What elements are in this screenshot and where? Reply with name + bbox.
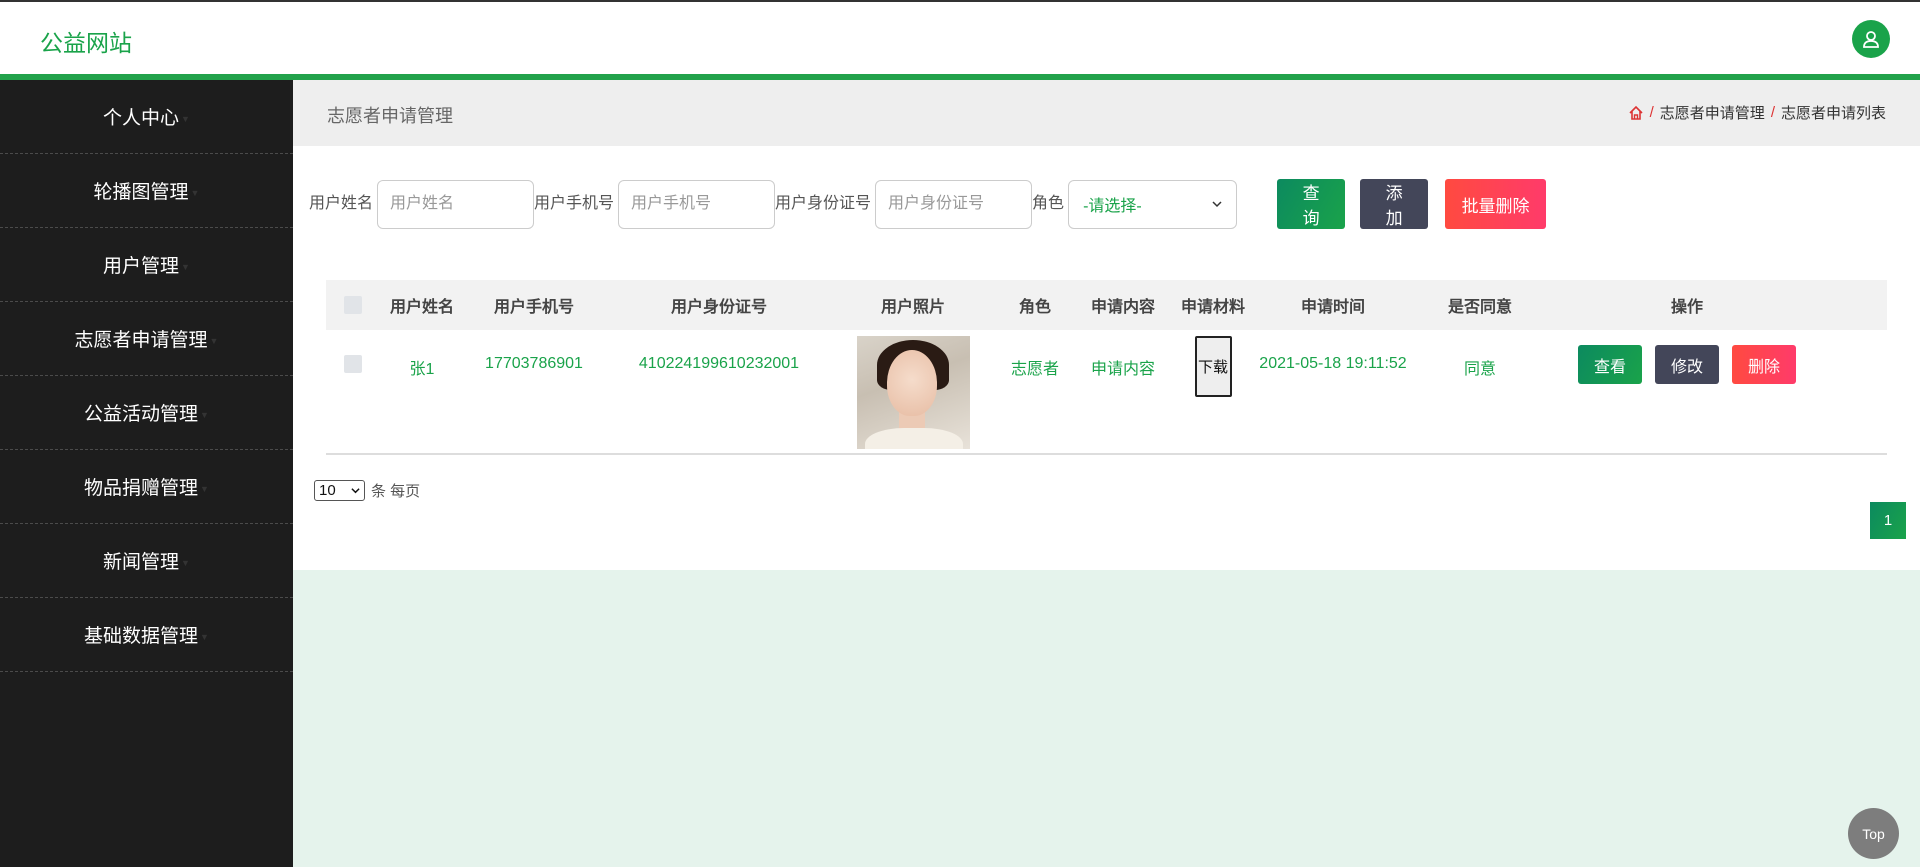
column-header: 操作 (1670, 299, 1703, 316)
select-all-cell (326, 280, 380, 330)
cell-actions: 查看 修改 删除 (1552, 330, 1822, 384)
view-button[interactable]: 查看 (1577, 345, 1642, 384)
cell-content: 申请内容 (1090, 361, 1155, 378)
caret-down-icon: ▼ (200, 483, 209, 494)
column-header: 用户姓名 (389, 299, 454, 316)
caret-down-icon: ▼ (200, 631, 209, 642)
page-size-value: 10 (319, 482, 336, 499)
idcard-search-input[interactable] (875, 179, 1033, 229)
applications-table: 用户姓名 用户手机号 用户身份证号 用户照片 角色 申请内容 申请材料 申请时间… (326, 280, 1887, 455)
cell-idcard: 410224199610232001 (638, 355, 800, 372)
role-label: 角色 (1032, 195, 1065, 212)
sidebar-item-carousel[interactable]: 轮播图管理 ▼ (0, 154, 293, 228)
table-row: 张1 17703786901 410224199610232001 志愿者 申请… (326, 330, 1887, 453)
sidebar-item-label: 志愿者申请管理 (74, 330, 208, 351)
page-size-label: 条 每页 (371, 483, 421, 500)
row-checkbox[interactable] (344, 355, 362, 373)
cell-name: 张1 (409, 361, 435, 378)
breadcrumb-separator: / (1770, 104, 1775, 121)
phone-label: 用户手机号 (534, 195, 615, 212)
sidebar-item-label: 个人中心 (103, 108, 180, 129)
page-title: 志愿者申请管理 (327, 106, 453, 126)
breadcrumb-separator: / (1649, 104, 1654, 121)
batch-delete-button[interactable]: 批量删除 (1445, 179, 1547, 229)
top-header: 公益网站 (0, 0, 1920, 80)
name-label: 用户姓名 (309, 195, 374, 212)
row-select-cell (326, 330, 380, 373)
column-header: 是否同意 (1447, 299, 1512, 316)
site-title[interactable]: 公益网站 (40, 24, 132, 58)
user-avatar[interactable] (1852, 20, 1890, 58)
home-icon[interactable] (1628, 105, 1644, 121)
role-select-value: -请选择- (1083, 198, 1142, 215)
sidebar-item-label: 新闻管理 (103, 552, 180, 573)
sidebar-item-users[interactable]: 用户管理 ▼ (0, 228, 293, 302)
sidebar-item-donations[interactable]: 物品捐赠管理 ▼ (0, 450, 293, 524)
query-button[interactable]: 查询 (1277, 179, 1346, 229)
sidebar-nav: 个人中心 ▼ 轮播图管理 ▼ 用户管理 ▼ 志愿者申请管理 ▼ 公益活动管理 ▼ 物品捐赠… (0, 80, 293, 867)
breadcrumb-level1[interactable]: 志愿者申请管理 (1660, 102, 1765, 123)
download-button[interactable]: 下载 (1194, 336, 1232, 397)
idcard-label: 用户身份证号 (775, 195, 872, 212)
breadcrumb: / 志愿者申请管理 / 志愿者申请列表 (1628, 102, 1886, 123)
caret-down-icon: ▼ (181, 113, 190, 124)
column-header: 用户照片 (880, 299, 945, 316)
column-header: 申请内容 (1090, 299, 1155, 316)
caret-down-icon: ▼ (200, 409, 209, 420)
search-form: 用户姓名 用户手机号 用户身份证号 角色 -请选择- 查询 添加 批量删除 (309, 179, 1547, 229)
cell-agree: 同意 (1463, 361, 1496, 378)
sidebar-item-label: 基础数据管理 (84, 626, 199, 647)
caret-down-icon: ▼ (190, 187, 200, 198)
edit-button[interactable]: 修改 (1654, 345, 1719, 384)
cell-role: 志愿者 (1010, 361, 1059, 378)
column-header: 用户身份证号 (670, 299, 767, 316)
cell-photo (834, 330, 992, 449)
column-header: 申请材料 (1180, 299, 1245, 316)
role-select[interactable]: -请选择- (1068, 179, 1238, 229)
select-all-checkbox[interactable] (344, 296, 362, 314)
column-header: 用户手机号 (493, 299, 574, 316)
cell-phone: 17703786901 (485, 355, 583, 372)
sidebar-item-label: 用户管理 (103, 256, 180, 277)
sidebar-item-label: 公益活动管理 (84, 404, 199, 425)
sidebar-item-news[interactable]: 新闻管理 ▼ (0, 524, 293, 598)
caret-down-icon: ▼ (209, 335, 219, 346)
page-size-control: 10 条 每页 (314, 480, 420, 501)
title-bar: 志愿者申请管理 / 志愿者申请管理 / 志愿者申请列表 (293, 80, 1920, 146)
chevron-down-icon (351, 488, 360, 494)
delete-button[interactable]: 删除 (1732, 345, 1797, 384)
user-photo[interactable] (856, 336, 970, 449)
page-number-button[interactable]: 1 (1870, 502, 1906, 539)
phone-search-input[interactable] (618, 179, 776, 229)
sidebar-item-label: 物品捐赠管理 (84, 478, 199, 499)
cell-time: 2021-05-18 19:11:52 (1259, 355, 1407, 372)
sidebar-item-basic-data[interactable]: 基础数据管理 ▼ (0, 598, 293, 672)
sidebar-item-label: 轮播图管理 (93, 182, 189, 203)
sidebar-item-charity-activities[interactable]: 公益活动管理 ▼ (0, 376, 293, 450)
table-header: 用户姓名 用户手机号 用户身份证号 用户照片 角色 申请内容 申请材料 申请时间… (326, 280, 1887, 330)
name-search-input[interactable] (377, 179, 535, 229)
sidebar-item-personal-center[interactable]: 个人中心 ▼ (0, 80, 293, 154)
sidebar-item-volunteer-applications[interactable]: 志愿者申请管理 ▼ (0, 302, 293, 376)
breadcrumb-level2: 志愿者申请列表 (1780, 105, 1886, 122)
add-button[interactable]: 添加 (1360, 179, 1429, 229)
column-header: 申请时间 (1300, 299, 1365, 316)
caret-down-icon: ▼ (181, 261, 190, 272)
chevron-down-icon (1212, 201, 1222, 208)
caret-down-icon: ▼ (181, 557, 190, 568)
column-header: 角色 (1018, 299, 1051, 316)
main-content: 志愿者申请管理 / 志愿者申请管理 / 志愿者申请列表 用户姓名 用户手机号 用… (293, 80, 1920, 570)
user-icon (1863, 31, 1879, 48)
page-size-select[interactable]: 10 (314, 480, 365, 501)
cell-material: 下载 (1168, 330, 1258, 397)
back-to-top-button[interactable]: Top (1848, 808, 1899, 859)
